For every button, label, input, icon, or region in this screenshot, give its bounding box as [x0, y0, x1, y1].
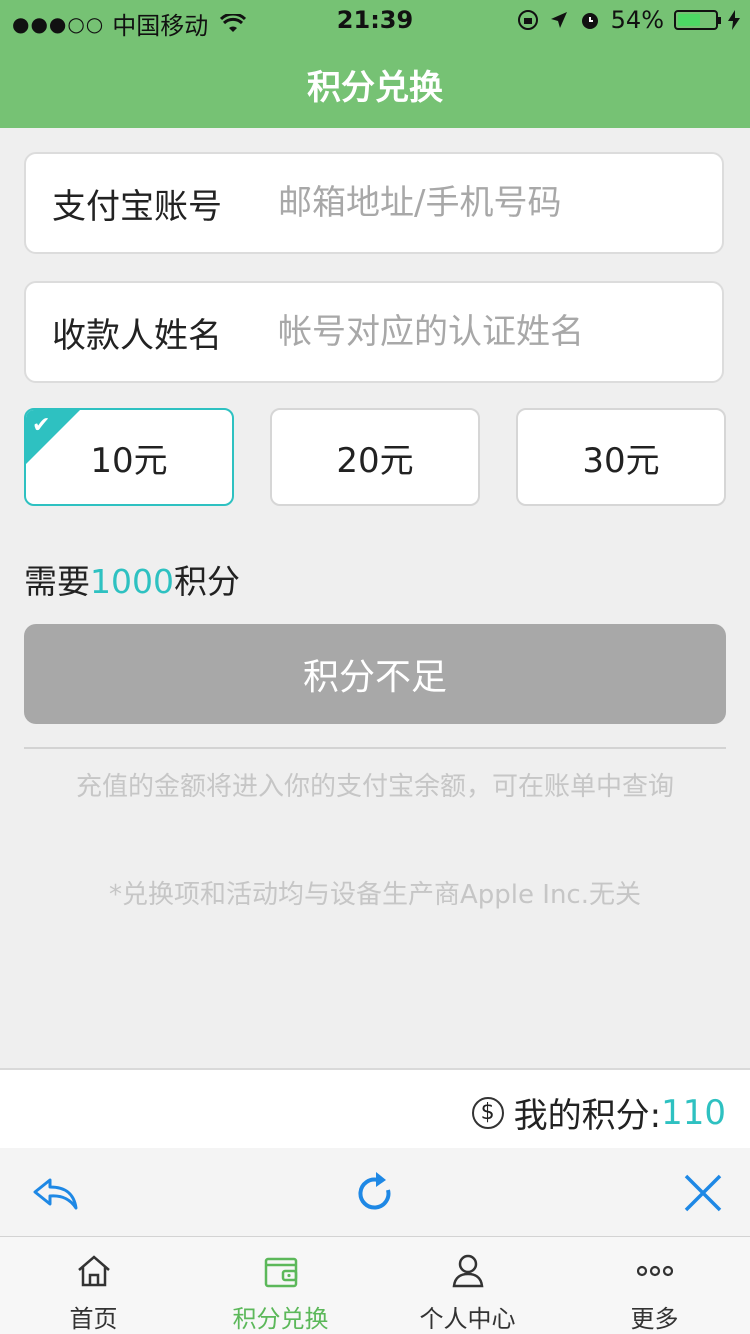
- battery-percent: 54%: [610, 6, 664, 34]
- tab-more[interactable]: 更多: [561, 1237, 748, 1334]
- close-icon[interactable]: [678, 1168, 728, 1218]
- back-arrow-icon[interactable]: [30, 1168, 80, 1218]
- battery-icon: [674, 10, 721, 30]
- location-icon: [550, 12, 567, 28]
- amount-label: 10元: [90, 440, 168, 481]
- redeem-button[interactable]: 积分不足: [24, 624, 726, 724]
- my-points-label: 我的积分:: [513, 1096, 662, 1136]
- points-requirement: 需要1000积分: [24, 555, 240, 603]
- amount-option-20[interactable]: 20元: [270, 408, 480, 506]
- payee-name-label: 收款人姓名: [52, 315, 222, 356]
- rotation-lock-icon: [517, 10, 538, 30]
- amount-option-10[interactable]: ✔ 10元: [24, 408, 234, 506]
- my-points-value: 110: [661, 1092, 726, 1133]
- tab-profile[interactable]: 个人中心: [374, 1237, 561, 1334]
- tab-label: 积分兑换: [232, 1305, 329, 1333]
- browser-toolbar: [0, 1148, 750, 1237]
- requirement-suffix: 积分: [173, 562, 240, 601]
- checkmark-icon: ✔: [32, 413, 51, 438]
- alipay-account-field: 支付宝账号: [24, 152, 724, 254]
- tab-label: 个人中心: [419, 1305, 516, 1333]
- wallet-icon: [264, 1257, 298, 1288]
- tab-label: 更多: [630, 1305, 679, 1333]
- charging-icon: [728, 10, 740, 30]
- required-points: 1000: [90, 562, 174, 601]
- amount-label: 20元: [336, 440, 414, 481]
- alarm-icon: [581, 13, 598, 29]
- user-icon: [452, 1254, 484, 1288]
- disclaimer-note: *兑换项和活动均与设备生产商Apple Inc.无关: [109, 880, 641, 910]
- more-icon: [637, 1265, 673, 1277]
- tab-label: 首页: [69, 1305, 118, 1333]
- amount-option-30[interactable]: 30元: [516, 408, 726, 506]
- tab-home[interactable]: 首页: [0, 1237, 187, 1334]
- home-icon: [78, 1255, 110, 1287]
- tab-points-exchange[interactable]: 积分兑换: [187, 1237, 374, 1334]
- tab-bar: 首页 积分兑换 个人中心 更多: [0, 1237, 750, 1334]
- alipay-account-input[interactable]: [276, 182, 710, 224]
- alipay-account-label: 支付宝账号: [52, 186, 222, 227]
- payee-name-field: 收款人姓名: [24, 281, 724, 383]
- nav-bar: 积分兑换: [0, 40, 750, 128]
- status-bar: ●●●○○ 中国移动 21:39 54%: [0, 0, 750, 40]
- refresh-icon[interactable]: [350, 1168, 400, 1218]
- payee-name-input[interactable]: [276, 311, 710, 353]
- dollar-coin-icon: $: [471, 1096, 504, 1129]
- divider: [24, 747, 726, 749]
- amount-label: 30元: [582, 440, 660, 481]
- page-title: 积分兑换: [307, 67, 443, 108]
- my-points-bar: $ 我的积分: 110: [0, 1068, 750, 1148]
- requirement-prefix: 需要: [24, 562, 90, 601]
- recharge-note: 充值的金额将进入你的支付宝余额，可在账单中查询: [75, 772, 674, 802]
